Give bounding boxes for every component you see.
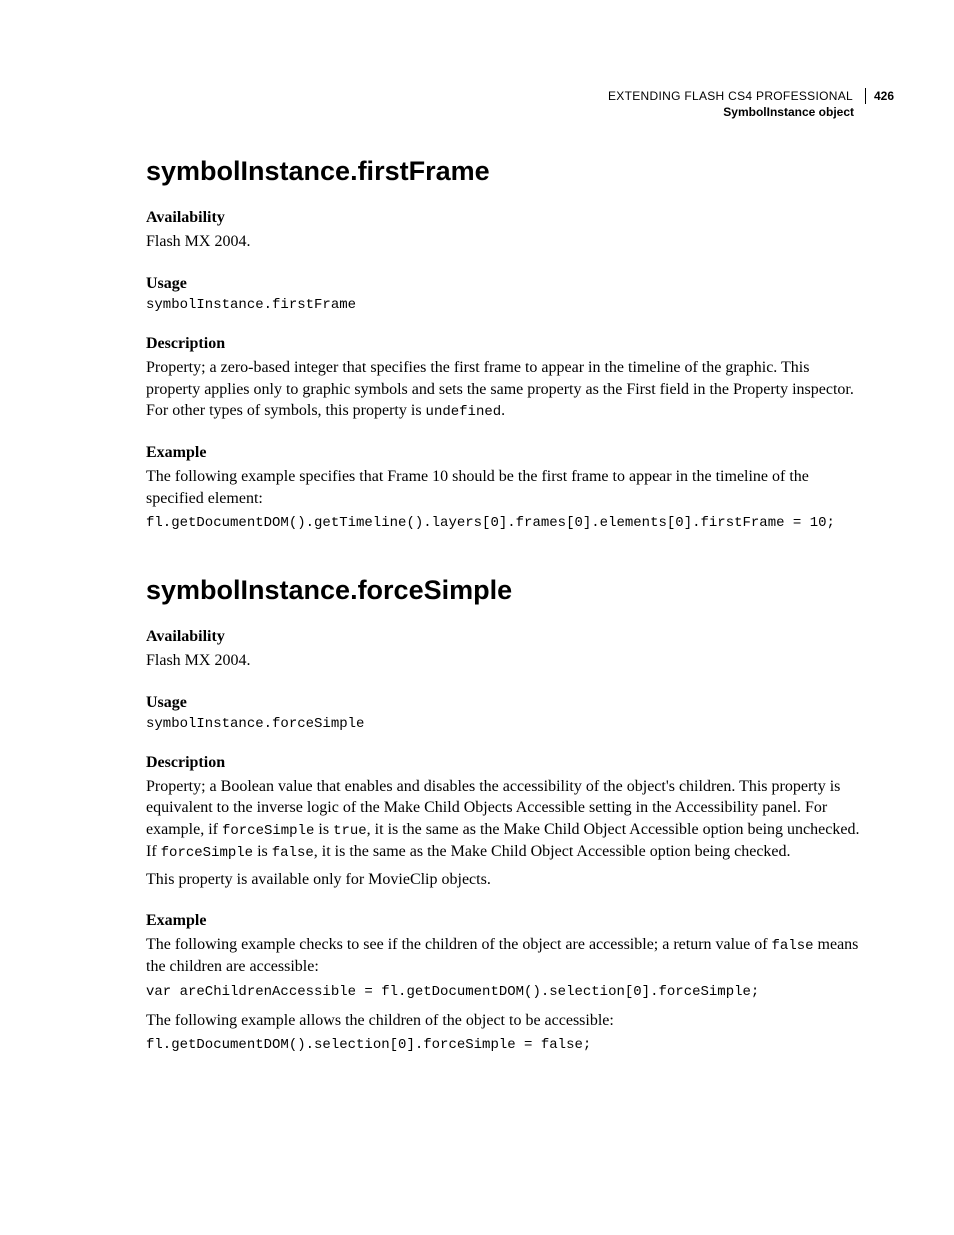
page-header: EXTENDING FLASH CS4 PROFESSIONAL 426 Sym… bbox=[146, 88, 866, 120]
inline-code-true: true bbox=[333, 823, 367, 839]
example-text-2: The following example allows the childre… bbox=[146, 1010, 866, 1032]
document-page: EXTENDING FLASH CS4 PROFESSIONAL 426 Sym… bbox=[0, 0, 954, 1123]
page-number: 426 bbox=[874, 88, 894, 104]
example-label: Example bbox=[146, 912, 866, 930]
section-heading-forcesimple: symbolInstance.forceSimple bbox=[146, 575, 866, 606]
availability-text: Flash MX 2004. bbox=[146, 650, 866, 672]
description-text: Property; a Boolean value that enables a… bbox=[146, 776, 866, 863]
usage-label: Usage bbox=[146, 694, 866, 712]
example-code-2: fl.getDocumentDOM().selection[0].forceSi… bbox=[146, 1037, 866, 1053]
usage-code: symbolInstance.firstFrame bbox=[146, 297, 866, 313]
book-title: EXTENDING FLASH CS4 PROFESSIONAL bbox=[608, 88, 866, 104]
inline-code-false: false bbox=[772, 938, 814, 954]
example-text: The following example specifies that Fra… bbox=[146, 466, 866, 509]
desc-text: , it is the same as the Make Child Objec… bbox=[314, 843, 791, 860]
inline-code-forcesimple: forceSimple bbox=[222, 823, 314, 839]
description-text: Property; a zero-based integer that spec… bbox=[146, 357, 866, 422]
example-text-1: The following example checks to see if t… bbox=[146, 934, 866, 977]
desc-text: is bbox=[253, 843, 272, 860]
description-label: Description bbox=[146, 754, 866, 772]
example-code: fl.getDocumentDOM().getTimeline().layers… bbox=[146, 515, 866, 531]
description-note: This property is available only for Movi… bbox=[146, 869, 866, 891]
usage-label: Usage bbox=[146, 275, 866, 293]
inline-code-false: false bbox=[272, 845, 314, 861]
example-label: Example bbox=[146, 444, 866, 462]
availability-text: Flash MX 2004. bbox=[146, 231, 866, 253]
description-label: Description bbox=[146, 335, 866, 353]
inline-code-forcesimple: forceSimple bbox=[161, 845, 253, 861]
example-text-pre: The following example checks to see if t… bbox=[146, 936, 772, 953]
section-heading-firstframe: symbolInstance.firstFrame bbox=[146, 156, 866, 187]
availability-label: Availability bbox=[146, 209, 866, 227]
inline-code-undefined: undefined bbox=[426, 404, 502, 420]
chapter-title: SymbolInstance object bbox=[723, 105, 866, 119]
availability-label: Availability bbox=[146, 628, 866, 646]
desc-text: is bbox=[314, 821, 333, 838]
example-code-1: var areChildrenAccessible = fl.getDocume… bbox=[146, 984, 866, 1000]
usage-code: symbolInstance.forceSimple bbox=[146, 716, 866, 732]
description-post: . bbox=[501, 402, 505, 419]
